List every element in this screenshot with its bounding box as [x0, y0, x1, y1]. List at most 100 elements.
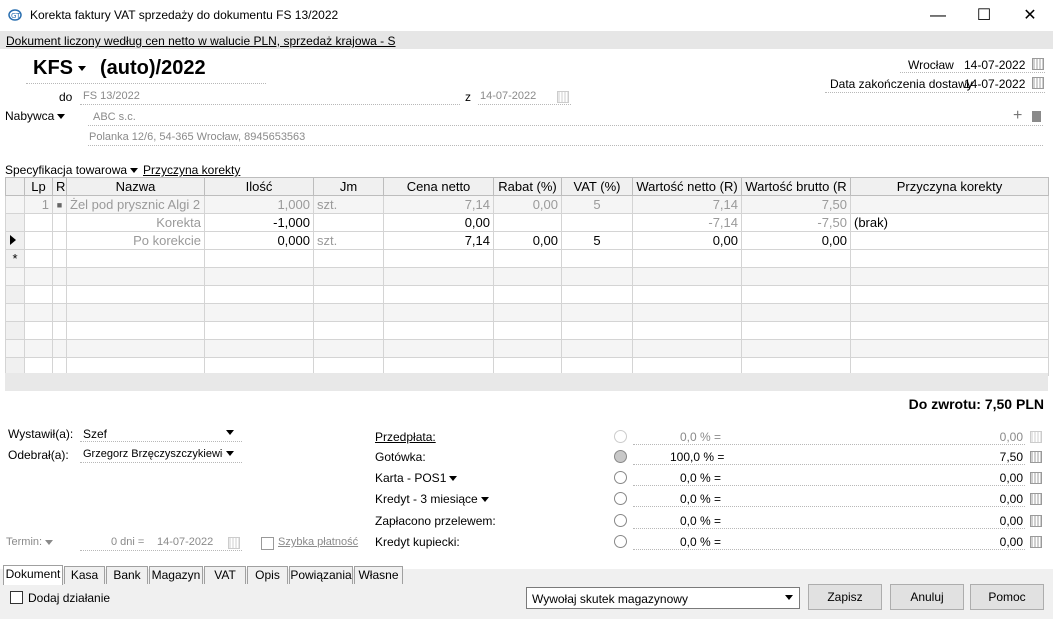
- col-price[interactable]: Cena netto: [383, 177, 494, 196]
- cell-netto[interactable]: -7,14: [632, 213, 742, 232]
- save-button[interactable]: Zapisz: [808, 584, 882, 610]
- cell-rabat[interactable]: 0,00: [493, 231, 562, 250]
- spec-dropdown-icon[interactable]: [130, 168, 139, 174]
- add-buyer-icon[interactable]: +: [1013, 107, 1022, 125]
- cell-reason[interactable]: (brak): [850, 213, 1049, 232]
- cell-qty[interactable]: 0,000: [204, 231, 314, 250]
- payment-radio[interactable]: [614, 535, 627, 548]
- cell-price[interactable]: 7,14: [383, 195, 494, 214]
- col-rabat[interactable]: Rabat (%): [493, 177, 562, 196]
- cell-r[interactable]: ■: [52, 195, 67, 214]
- payment-label[interactable]: Kredyt - 3 miesiące: [375, 492, 489, 506]
- tab-magazyn[interactable]: Magazyn: [149, 566, 203, 584]
- cell-vat[interactable]: 5: [561, 231, 633, 250]
- payment-pct[interactable]: 0,0 % =: [680, 471, 721, 485]
- cell-brutto[interactable]: 7,50: [741, 195, 851, 214]
- col-netto[interactable]: Wartość netto (R): [632, 177, 742, 196]
- payment-pct[interactable]: 100,0 % =: [670, 450, 724, 464]
- received-combo[interactable]: Grzegorz Brzęczyszczykiewicz: [80, 445, 240, 462]
- payment-calc-icon[interactable]: [1030, 472, 1042, 484]
- add-action-checkbox[interactable]: [10, 591, 23, 604]
- table-row[interactable]: Po korekcie 0,000 szt. 7,14 0,00 5 0,00 …: [5, 231, 1049, 250]
- payment-radio[interactable]: [614, 450, 627, 463]
- payment-amount[interactable]: 0,00: [1000, 535, 1023, 549]
- close-button[interactable]: ✕: [1007, 0, 1053, 31]
- cell-name[interactable]: Żel pod prysznic Algi 2: [66, 195, 205, 214]
- payment-calc-icon[interactable]: [1030, 536, 1042, 548]
- col-r[interactable]: R: [52, 177, 67, 196]
- cell-qty[interactable]: -1,000: [204, 213, 314, 232]
- term-dropdown-icon[interactable]: [45, 539, 54, 545]
- new-row[interactable]: *: [5, 249, 1049, 268]
- payment-amount[interactable]: 7,50: [1000, 450, 1023, 464]
- cell-brutto[interactable]: -7,50: [741, 213, 851, 232]
- cell-lp[interactable]: [24, 213, 53, 232]
- payment-pct[interactable]: 0,0 % =: [680, 492, 721, 506]
- doc-type[interactable]: KFS: [33, 57, 86, 80]
- col-name[interactable]: Nazwa: [66, 177, 205, 196]
- tab-correction-reason[interactable]: Przyczyna korekty: [143, 163, 240, 177]
- cell-vat[interactable]: [561, 213, 633, 232]
- cell-netto[interactable]: 0,00: [632, 231, 742, 250]
- doc-type-dropdown-icon[interactable]: [78, 66, 86, 72]
- delivery-calendar-icon[interactable]: [1032, 77, 1044, 89]
- cell-netto[interactable]: 7,14: [632, 195, 742, 214]
- issue-date[interactable]: 14-07-2022: [964, 58, 1025, 72]
- row-indicator[interactable]: [5, 195, 25, 214]
- col-jm[interactable]: Jm: [313, 177, 384, 196]
- payment-label[interactable]: Przedpłata:: [375, 430, 436, 444]
- minimize-button[interactable]: —: [915, 0, 961, 31]
- tab-opis[interactable]: Opis: [247, 566, 288, 584]
- col-reason[interactable]: Przyczyna korekty: [850, 177, 1049, 196]
- new-row-marker[interactable]: *: [5, 249, 25, 268]
- stock-effect-combo[interactable]: Wywołaj skutek magazynowy: [526, 587, 800, 609]
- row-indicator[interactable]: [5, 213, 25, 232]
- cell-jm[interactable]: szt.: [313, 195, 384, 214]
- payment-amount[interactable]: 0,00: [1000, 492, 1023, 506]
- credit-dropdown-icon[interactable]: [480, 497, 489, 503]
- payment-pct[interactable]: 0,0 % =: [680, 514, 721, 528]
- payment-radio[interactable]: [614, 471, 627, 484]
- buyer-details-icon[interactable]: [1032, 111, 1041, 122]
- payment-radio[interactable]: [614, 492, 627, 505]
- quick-pay-checkbox[interactable]: [261, 537, 274, 550]
- cancel-button[interactable]: Anuluj: [890, 584, 964, 610]
- tab-powiazania[interactable]: Powiązania: [289, 566, 353, 584]
- cell-r[interactable]: [52, 213, 67, 232]
- cell-lp[interactable]: 1: [24, 195, 53, 214]
- cell-jm[interactable]: szt.: [313, 231, 384, 250]
- cell-qty[interactable]: 1,000: [204, 195, 314, 214]
- received-dropdown-icon[interactable]: [226, 451, 234, 456]
- col-vat[interactable]: VAT (%): [561, 177, 633, 196]
- issued-combo[interactable]: Szef: [80, 424, 240, 441]
- cell-lp[interactable]: [24, 231, 53, 250]
- tab-dokument[interactable]: Dokument: [3, 565, 63, 585]
- cell-name[interactable]: Korekta: [66, 213, 205, 232]
- cell-reason[interactable]: [850, 195, 1049, 214]
- cell-r[interactable]: [52, 231, 67, 250]
- cell-price[interactable]: 0,00: [383, 213, 494, 232]
- cell-rabat[interactable]: 0,00: [493, 195, 562, 214]
- add-action-label[interactable]: Dodaj działanie: [28, 591, 110, 605]
- tab-specification[interactable]: Specyfikacja towarowa: [5, 163, 139, 177]
- tab-kasa[interactable]: Kasa: [64, 566, 105, 584]
- cell-vat[interactable]: 5: [561, 195, 633, 214]
- payment-calc-icon[interactable]: [1030, 515, 1042, 527]
- cell-price[interactable]: 7,14: [383, 231, 494, 250]
- payment-radio[interactable]: [614, 514, 627, 527]
- cell-reason[interactable]: [850, 231, 1049, 250]
- col-qty[interactable]: Ilość: [204, 177, 314, 196]
- payment-amount[interactable]: 0,00: [1000, 471, 1023, 485]
- maximize-button[interactable]: ☐: [961, 0, 1007, 31]
- cell-rabat[interactable]: [493, 213, 562, 232]
- table-row[interactable]: Korekta -1,000 0,00 -7,14 -7,50 (brak): [5, 213, 1049, 232]
- term-label[interactable]: Termin:: [6, 536, 54, 548]
- stock-effect-dropdown-icon[interactable]: [785, 595, 793, 600]
- cell-jm[interactable]: [313, 213, 384, 232]
- buyer-dropdown-icon[interactable]: [57, 114, 66, 120]
- col-brutto[interactable]: Wartość brutto (R: [741, 177, 851, 196]
- buyer-label[interactable]: Nabywca: [5, 109, 66, 123]
- payment-label[interactable]: Karta - POS1: [375, 471, 458, 485]
- cell-name[interactable]: Po korekcie: [66, 231, 205, 250]
- issue-calendar-icon[interactable]: [1032, 58, 1044, 70]
